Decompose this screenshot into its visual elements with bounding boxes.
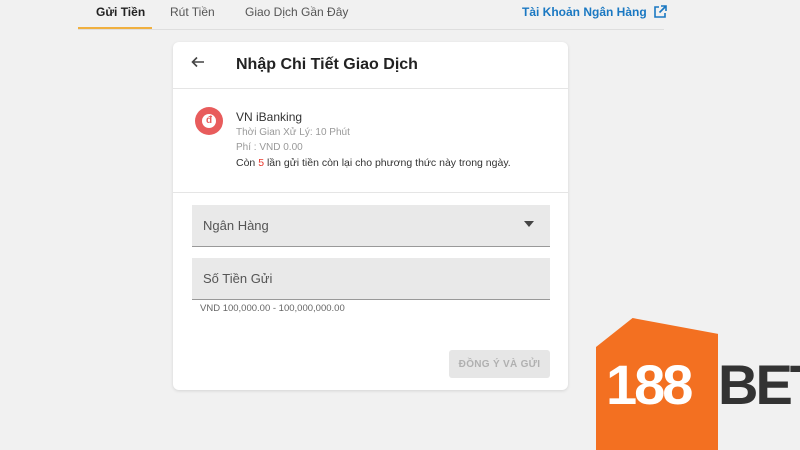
logo-text: BET [718, 353, 800, 416]
tab-deposit[interactable]: Gửi Tiền [96, 5, 145, 19]
bank-account-link-label: Tài Khoản Ngân Hàng [522, 5, 647, 19]
limit-suffix: lần gửi tiền còn lại cho phương thức này… [264, 157, 511, 169]
processing-time: Thời Gian Xử Lý: 10 Phút [236, 127, 350, 138]
caret-down-icon [524, 221, 534, 227]
payment-method-info: đ VN iBanking Thời Gian Xử Lý: 10 Phút P… [173, 89, 568, 193]
card-header: Nhập Chi Tiết Giao Dịch [173, 42, 568, 89]
deposit-limit-note: Còn 5 lần gửi tiền còn lại cho phương th… [236, 157, 511, 169]
vn-ibanking-icon: đ [195, 107, 223, 135]
tab-divider [78, 29, 664, 30]
external-link-icon [653, 5, 667, 18]
agree-and-submit-button[interactable]: ĐỒNG Ý VÀ GỬI [449, 350, 550, 378]
bank-select-label: Ngân Hàng [203, 218, 269, 233]
tab-recent-transactions[interactable]: Giao Dịch Gần Đây [245, 5, 348, 19]
method-fee: Phí : VND 0.00 [236, 142, 303, 153]
amount-field-wrapper [192, 258, 550, 300]
method-name: VN iBanking [236, 110, 303, 124]
tab-withdraw[interactable]: Rút Tiền [170, 5, 215, 19]
brand-logo: 188 BET [592, 318, 800, 450]
arrow-left-icon[interactable] [190, 54, 206, 75]
transaction-details-card: Nhập Chi Tiết Giao Dịch đ VN iBanking Th… [173, 42, 568, 390]
logo-number: 188 [606, 353, 693, 416]
deposit-amount-input[interactable] [192, 258, 550, 299]
page-title: Nhập Chi Tiết Giao Dịch [236, 56, 418, 73]
top-tab-bar: Gửi Tiền Rút Tiền Giao Dịch Gần Đây Tài … [0, 0, 800, 30]
limit-prefix: Còn [236, 157, 259, 169]
amount-range-hint: VND 100,000.00 - 100,000,000.00 [200, 303, 345, 314]
bank-select[interactable]: Ngân Hàng [192, 205, 550, 247]
bank-account-link[interactable]: Tài Khoản Ngân Hàng [522, 5, 667, 19]
